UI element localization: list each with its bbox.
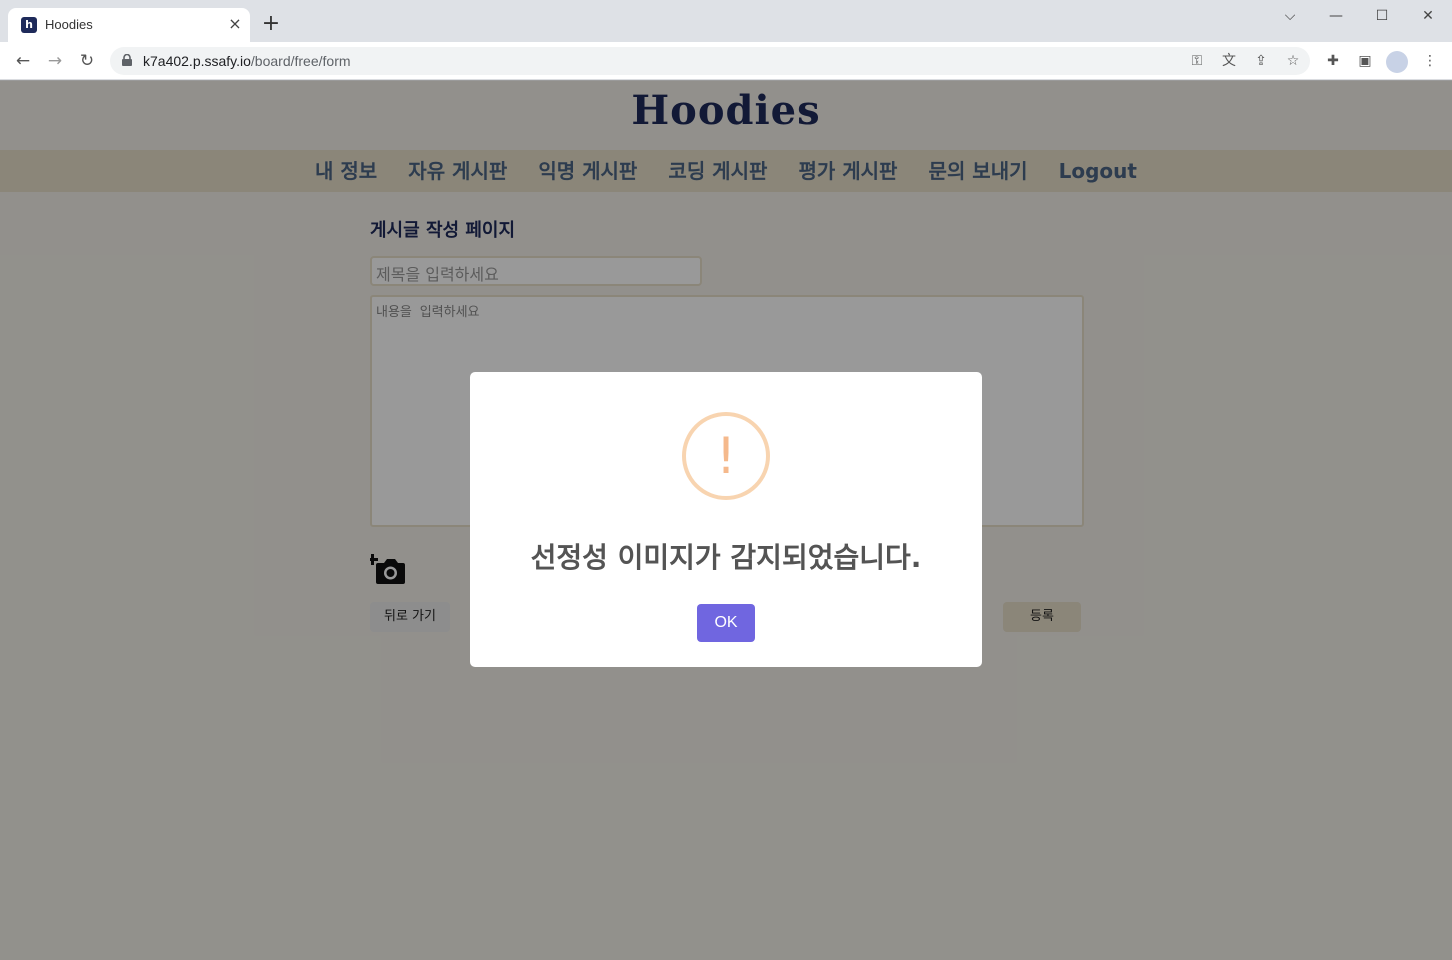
tab-search-chevron-icon[interactable]: ⌵: [1278, 4, 1302, 28]
warning-icon: !: [682, 412, 770, 500]
close-tab-icon[interactable]: ×: [226, 14, 244, 34]
share-icon[interactable]: ⇪: [1249, 49, 1273, 73]
translate-icon[interactable]: 文: [1217, 49, 1241, 73]
alert-message: 선정성 이미지가 감지되었습니다.: [530, 541, 922, 574]
back-arrow-icon[interactable]: ←: [11, 49, 35, 73]
key-icon[interactable]: ⚿: [1185, 49, 1209, 73]
alert-dialog: ! 선정성 이미지가 감지되었습니다. OK: [470, 372, 982, 667]
side-panel-icon[interactable]: ▣: [1353, 49, 1377, 73]
hoodies-favicon-icon: h: [21, 17, 37, 33]
browser-toolbar: ← → ↻ k7a402.p.ssafy.io/board/free/form …: [0, 42, 1452, 80]
browser-tab[interactable]: h Hoodies ×: [8, 8, 250, 42]
url-text: k7a402.p.ssafy.io/board/free/form: [143, 53, 351, 69]
kebab-menu-icon[interactable]: ⋮: [1418, 49, 1442, 73]
browser-titlebar: h Hoodies × + ⌵ — ☐ ✕: [0, 0, 1452, 42]
forward-arrow-icon[interactable]: →: [43, 49, 67, 73]
close-window-icon[interactable]: ✕: [1416, 4, 1440, 28]
ok-button[interactable]: OK: [697, 604, 755, 642]
reload-icon[interactable]: ↻: [75, 49, 99, 73]
new-tab-icon[interactable]: +: [259, 12, 283, 36]
url-path: /board/free/form: [250, 53, 351, 69]
minimize-icon[interactable]: —: [1324, 4, 1348, 28]
lock-icon: [122, 54, 132, 66]
bookmark-star-icon[interactable]: ☆: [1281, 49, 1305, 73]
maximize-icon[interactable]: ☐: [1370, 4, 1394, 28]
tab-title: Hoodies: [45, 17, 93, 32]
extensions-puzzle-icon[interactable]: ✚: [1321, 49, 1345, 73]
profile-avatar[interactable]: [1386, 51, 1408, 73]
url-host: k7a402.p.ssafy.io: [143, 53, 251, 69]
warning-glyph: !: [715, 427, 737, 485]
address-bar[interactable]: k7a402.p.ssafy.io/board/free/form: [110, 47, 1310, 75]
